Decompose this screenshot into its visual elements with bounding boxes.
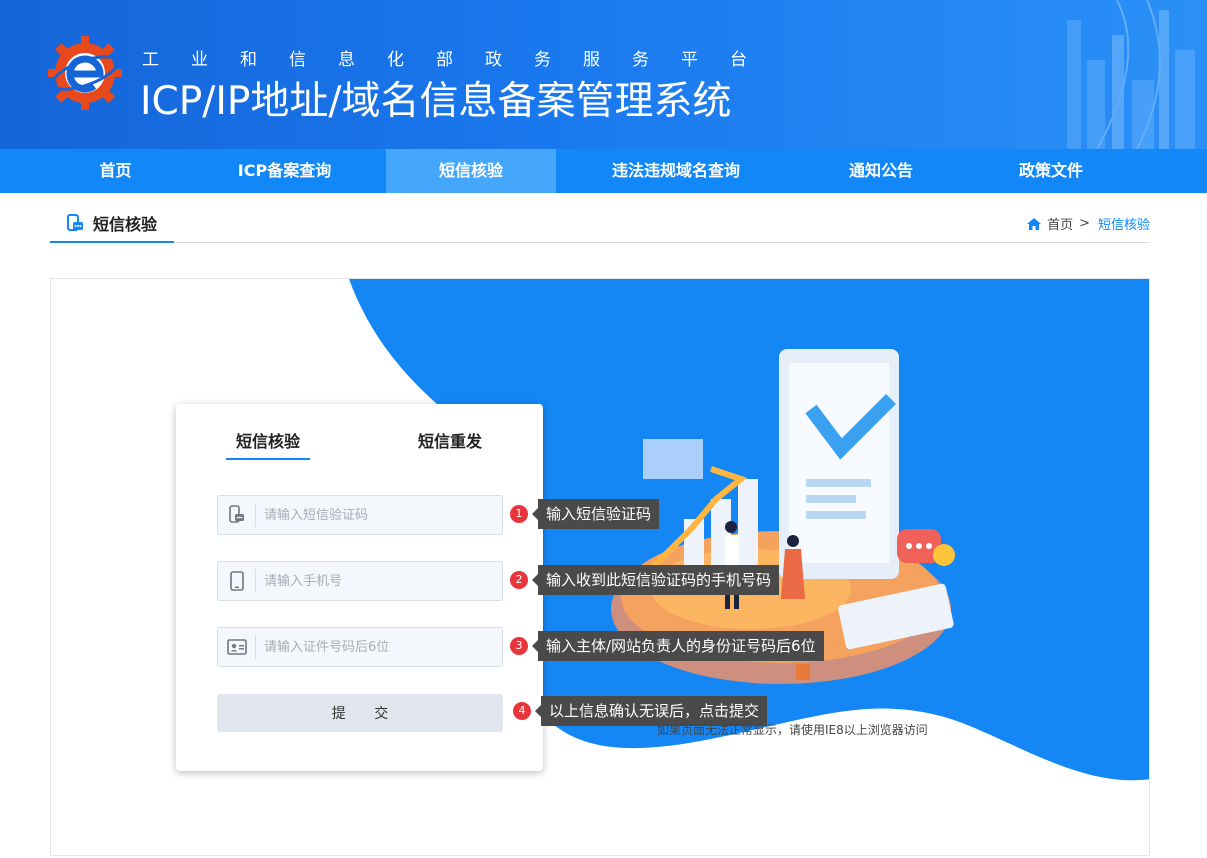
tip-badge: 3 bbox=[510, 637, 528, 655]
sms-code-input[interactable] bbox=[256, 507, 496, 523]
tab-sms-resend[interactable]: 短信重发 bbox=[418, 428, 482, 460]
nav-notices[interactable]: 通知公告 bbox=[796, 149, 966, 193]
breadcrumb-home-link[interactable]: 首页 bbox=[1047, 214, 1073, 233]
home-icon bbox=[1027, 217, 1042, 230]
form-tabs: 短信核验 短信重发 bbox=[176, 428, 543, 464]
breadcrumb-bar: 短信核验 首页 > 短信核验 bbox=[50, 204, 1150, 243]
phone-field bbox=[217, 561, 503, 601]
nav-illegal-domain-query[interactable]: 违法违规域名查询 bbox=[556, 149, 796, 193]
breadcrumb-separator: > bbox=[1079, 216, 1090, 231]
id-number-input[interactable] bbox=[256, 639, 496, 655]
id-card-icon bbox=[218, 635, 256, 659]
main-nav: 首页 ICP备案查询 短信核验 违法违规域名查询 通知公告 政策文件 bbox=[0, 149, 1207, 193]
tip-text: 输入短信验证码 bbox=[531, 499, 660, 529]
tip-text: 输入收到此短信验证码的手机号码 bbox=[531, 565, 780, 595]
tip-badge: 4 bbox=[513, 702, 531, 720]
nav-icp-query[interactable]: ICP备案查询 bbox=[231, 149, 338, 193]
sms-code-field bbox=[217, 495, 503, 535]
tip-3: 3 输入主体/网站负责人的身份证号码后6位 bbox=[510, 631, 824, 661]
tip-1: 1 输入短信验证码 bbox=[510, 499, 660, 529]
id-number-field bbox=[217, 627, 503, 667]
sms-icon bbox=[67, 213, 83, 231]
nav-home[interactable]: 首页 bbox=[0, 149, 231, 193]
breadcrumb-current: 短信核验 bbox=[1097, 218, 1150, 233]
submit-button[interactable]: 提 交 bbox=[217, 694, 503, 732]
city-skyline-decoration bbox=[1067, 0, 1195, 149]
tip-2: 2 输入收到此短信验证码的手机号码 bbox=[510, 565, 780, 595]
mobile-phone-icon bbox=[218, 569, 256, 593]
sms-code-icon bbox=[218, 503, 256, 527]
section-title-text: 短信核验 bbox=[93, 214, 158, 234]
tip-badge: 1 bbox=[510, 505, 528, 523]
site-header: 工业和信息化部政务服务平台 ICP/IP地址/域名信息备案管理系统 bbox=[0, 0, 1207, 149]
tip-text: 输入主体/网站负责人的身份证号码后6位 bbox=[532, 631, 824, 661]
nav-policy-docs[interactable]: 政策文件 bbox=[966, 149, 1136, 193]
mii-logo-icon bbox=[48, 36, 122, 110]
browser-notice: 如果页面无法正常显示，请使用IE8以上浏览器访问 bbox=[657, 723, 928, 737]
breadcrumb: 首页 > 短信核验 bbox=[1027, 214, 1150, 233]
nav-sms-verify[interactable]: 短信核验 bbox=[386, 149, 556, 193]
header-title: ICP/IP地址/域名信息备案管理系统 bbox=[140, 79, 732, 124]
sms-verify-form: 短信核验 短信重发 请输入短信验证码 请输入手机号 请输入证件号码后6位 提 交 bbox=[176, 404, 543, 771]
tip-badge: 2 bbox=[510, 571, 528, 589]
section-title: 短信核验 bbox=[50, 204, 174, 243]
tab-sms-verify[interactable]: 短信核验 bbox=[226, 428, 310, 460]
phone-input[interactable] bbox=[256, 573, 496, 589]
header-subtitle: 工业和信息化部政务服务平台 bbox=[142, 50, 779, 70]
